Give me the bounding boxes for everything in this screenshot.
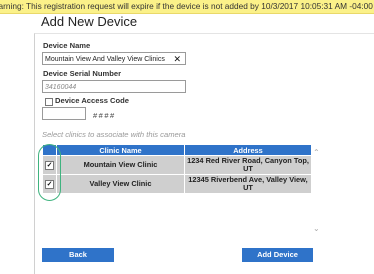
address-cell: 12345 Riverbend Ave, Valley View, UT	[184, 174, 312, 194]
warning-text: Warning: This registration request will …	[0, 1, 373, 11]
add-device-button[interactable]: Add Device	[242, 248, 313, 262]
back-button[interactable]: Back	[42, 248, 114, 262]
address-column-header: Address	[184, 144, 312, 156]
clinics-hint: Select clinics to associate with this ca…	[42, 130, 186, 139]
table-row[interactable]: ✓ Mountain View Clinic 1234 Red River Ro…	[42, 155, 312, 175]
access-code-checkbox[interactable]	[45, 98, 53, 106]
table-row[interactable]: ✓ Valley View Clinic 12345 Riverbend Ave…	[42, 174, 312, 194]
address-cell: 1234 Red River Road, Canyon Top, UT	[184, 155, 312, 175]
page-title: Add New Device	[41, 14, 138, 29]
clinic-name-column-header: Clinic Name	[56, 144, 185, 156]
table-scrollbar[interactable]: ⌃ ⌄	[312, 144, 320, 240]
close-icon[interactable]: ✕	[173, 53, 181, 65]
device-name-input[interactable]: Mountain View And Valley View Clinics ✕	[42, 52, 186, 65]
access-code-mask: ####	[93, 111, 116, 120]
device-serial-input[interactable]: 34160044	[42, 80, 186, 93]
expiry-warning-banner: Warning: This registration request will …	[0, 0, 374, 14]
clinic-name-cell: Valley View Clinic	[56, 174, 185, 194]
chevron-up-icon[interactable]: ⌃	[313, 148, 320, 157]
access-code-input[interactable]	[42, 107, 86, 120]
chevron-down-icon[interactable]: ⌄	[313, 224, 320, 233]
access-code-label: Device Access Code	[55, 96, 130, 105]
device-name-value: Mountain View And Valley View Clinics	[45, 56, 165, 63]
device-serial-label: Device Serial Number	[43, 69, 122, 78]
device-serial-placeholder: 34160044	[45, 84, 77, 91]
clinic-name-cell: Mountain View Clinic	[56, 155, 185, 175]
device-name-label: Device Name	[43, 41, 91, 50]
clinics-table: Clinic Name Address ✓ Mountain View Clin…	[42, 144, 312, 194]
table-header-row: Clinic Name Address	[42, 144, 312, 156]
checkbox-highlight-annotation	[38, 144, 61, 201]
